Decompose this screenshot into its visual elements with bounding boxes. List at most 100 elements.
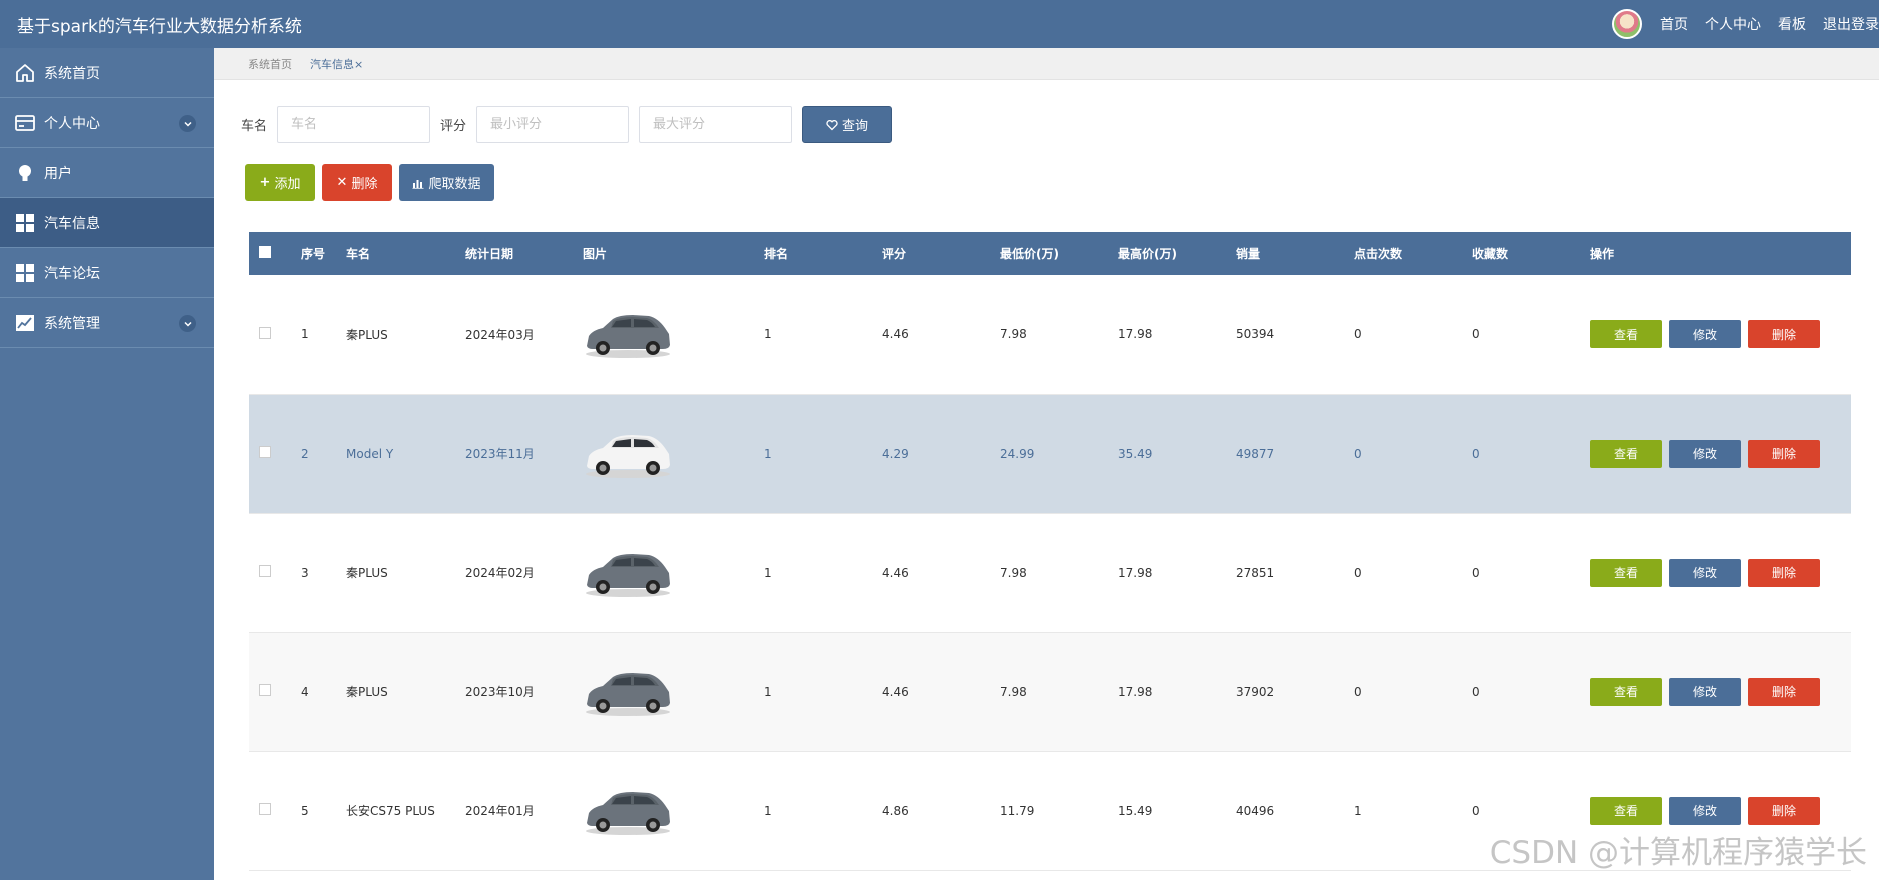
row-checkbox[interactable] xyxy=(259,565,271,577)
add-button[interactable]: + 添加 xyxy=(245,164,315,201)
car-image[interactable] xyxy=(583,308,673,360)
bulk-delete-button[interactable]: ✕ 删除 xyxy=(322,164,392,201)
cell-image xyxy=(575,632,756,751)
cell-clicks: 0 xyxy=(1354,327,1362,342)
nav-dashboard-link[interactable]: 看板 xyxy=(1778,14,1806,34)
chevron-down-icon[interactable] xyxy=(179,115,196,132)
table-row[interactable]: 1 秦PLUS 2024年03月 1 4.46 7.98 17.98 50394 0 0 查看 修改删… xyxy=(249,275,1851,394)
cell-clicks: 0 xyxy=(1354,684,1362,699)
table-row[interactable]: 3 秦PLUS 2024年02月 1 4.46 7.98 17.98 27851 0 0 查看 修改删… xyxy=(249,513,1851,632)
cell-clicks: 0 xyxy=(1354,446,1362,461)
close-icon: ✕ xyxy=(336,175,348,190)
view-button[interactable]: 查看 xyxy=(1590,796,1662,825)
edit-button[interactable]: 修改 xyxy=(1669,558,1741,587)
add-button-label: 添加 xyxy=(274,177,301,192)
cell-date: 2024年03月 xyxy=(465,327,535,342)
column-header: 操作 xyxy=(1590,247,1615,261)
view-button[interactable]: 查看 xyxy=(1590,439,1662,468)
delete-button[interactable]: 删除 xyxy=(1748,439,1820,468)
car-image[interactable] xyxy=(583,547,673,599)
delete-button[interactable]: 删除 xyxy=(1748,320,1820,349)
cell-rating: 4.86 xyxy=(882,803,909,818)
column-header[interactable]: 序号 xyxy=(293,232,338,275)
nav-home-link[interactable]: 首页 xyxy=(1660,14,1688,34)
delete-button[interactable]: 删除 xyxy=(1748,558,1820,587)
car-table: 序号 车名 统计日期 图片 排名 评分 最低价(万) 最高价(万) 销量 点击次… xyxy=(249,232,1851,871)
column-header[interactable]: 车名 xyxy=(338,232,457,275)
column-header[interactable]: 点击次数 xyxy=(1346,232,1464,275)
cell-index: 1 xyxy=(301,327,309,342)
nav-profile-link[interactable]: 个人中心 xyxy=(1705,14,1761,34)
close-icon[interactable]: × xyxy=(354,58,363,71)
edit-button[interactable]: 修改 xyxy=(1669,320,1741,349)
tab-car-info[interactable]: 汽车信息× xyxy=(310,56,363,72)
nav-logout-link[interactable]: 退出登录 xyxy=(1823,14,1879,34)
cell-name: 长安CS75 PLUS xyxy=(346,804,435,818)
row-checkbox[interactable] xyxy=(259,684,271,696)
cell-sales: 40496 xyxy=(1236,803,1275,818)
column-header[interactable]: 排名 xyxy=(756,232,874,275)
view-button[interactable]: 查看 xyxy=(1590,677,1662,706)
user-avatar[interactable] xyxy=(1612,9,1642,39)
edit-button[interactable]: 修改 xyxy=(1669,439,1741,468)
sidebar-item-car-forum[interactable]: 汽车论坛 xyxy=(0,248,214,298)
cell-image xyxy=(575,275,756,394)
crawl-data-button[interactable]: 爬取数据 xyxy=(399,164,494,201)
sidebar-item-home[interactable]: 系统首页 xyxy=(0,48,214,98)
sidebar-item-label: 个人中心 xyxy=(44,115,100,132)
row-select-cell xyxy=(249,513,293,632)
cell-min-price: 7.98 xyxy=(1000,327,1027,342)
cell-sales: 37902 xyxy=(1236,684,1275,699)
delete-button[interactable]: 删除 xyxy=(1748,796,1820,825)
cell-rating: 4.46 xyxy=(882,565,909,580)
delete-button-label: 删除 xyxy=(351,177,378,192)
column-header[interactable]: 统计日期 xyxy=(457,232,575,275)
breadcrumb-home[interactable]: 系统首页 xyxy=(248,56,292,72)
row-checkbox[interactable] xyxy=(259,803,271,815)
cell-actions: 查看 修改 删除 xyxy=(1582,394,1851,513)
column-header[interactable]: 收藏数 xyxy=(1464,232,1582,275)
search-button[interactable]: 查询 xyxy=(802,106,893,143)
cell-rating: 4.29 xyxy=(882,446,909,461)
view-button[interactable]: 查看 xyxy=(1590,320,1662,349)
cell-sales: 49877 xyxy=(1236,446,1275,461)
view-button[interactable]: 查看 xyxy=(1590,558,1662,587)
edit-button[interactable]: 修改 xyxy=(1669,796,1741,825)
column-header[interactable]: 最低价(万) xyxy=(992,232,1110,275)
cell-rank: 1 xyxy=(764,446,772,461)
sidebar-item-profile[interactable]: 个人中心 xyxy=(0,98,214,148)
column-header[interactable]: 评分 xyxy=(874,232,992,275)
cell-name: 秦PLUS xyxy=(346,327,388,342)
cell-rating: 4.46 xyxy=(882,684,909,699)
bulb-icon xyxy=(14,162,36,184)
car-image[interactable] xyxy=(583,666,673,718)
min-rating-input[interactable] xyxy=(476,106,630,143)
sidebar-item-car-info[interactable]: 汽车信息 xyxy=(0,198,214,248)
search-form: 车名 评分 查询 xyxy=(241,106,893,143)
max-rating-input[interactable] xyxy=(639,106,793,143)
select-all-checkbox[interactable] xyxy=(259,246,271,258)
heart-icon xyxy=(826,119,838,131)
row-checkbox[interactable] xyxy=(259,446,271,458)
table-body: 1 秦PLUS 2024年03月 1 4.46 7.98 17.98 50394 0 0 查看 修改删… xyxy=(249,275,1851,870)
edit-button[interactable]: 修改 xyxy=(1669,677,1741,706)
top-header: 基于spark的汽车行业大数据分析系统 首页 个人中心 看板 退出登录 xyxy=(0,0,1879,48)
car-image[interactable] xyxy=(583,785,673,837)
tab-label: 汽车信息 xyxy=(310,57,354,71)
row-checkbox[interactable] xyxy=(259,326,271,339)
cell-favorites: 0 xyxy=(1472,327,1480,342)
column-header[interactable]: 最高价(万) xyxy=(1110,232,1228,275)
cell-min-price: 11.79 xyxy=(1000,803,1035,818)
sidebar-item-users[interactable]: 用户 xyxy=(0,148,214,198)
car-name-input[interactable] xyxy=(277,106,431,143)
row-select-cell xyxy=(249,751,293,870)
delete-button[interactable]: 删除 xyxy=(1748,677,1820,706)
sidebar-item-system-admin[interactable]: 系统管理 xyxy=(0,298,214,348)
car-name-label: 车名 xyxy=(241,119,268,134)
car-image[interactable] xyxy=(583,428,673,480)
table-row[interactable]: 4 秦PLUS 2023年10月 1 4.46 7.98 17.98 37902 0 0 查看 修改删… xyxy=(249,632,1851,751)
chevron-down-icon[interactable] xyxy=(179,315,196,332)
table-row[interactable]: 2 Model Y 2023年11月 1 4.29 24.99 35.49 49877 0 0 查看… xyxy=(249,394,1851,513)
cell-name: Model Y xyxy=(346,446,394,461)
column-header[interactable]: 销量 xyxy=(1228,232,1346,275)
